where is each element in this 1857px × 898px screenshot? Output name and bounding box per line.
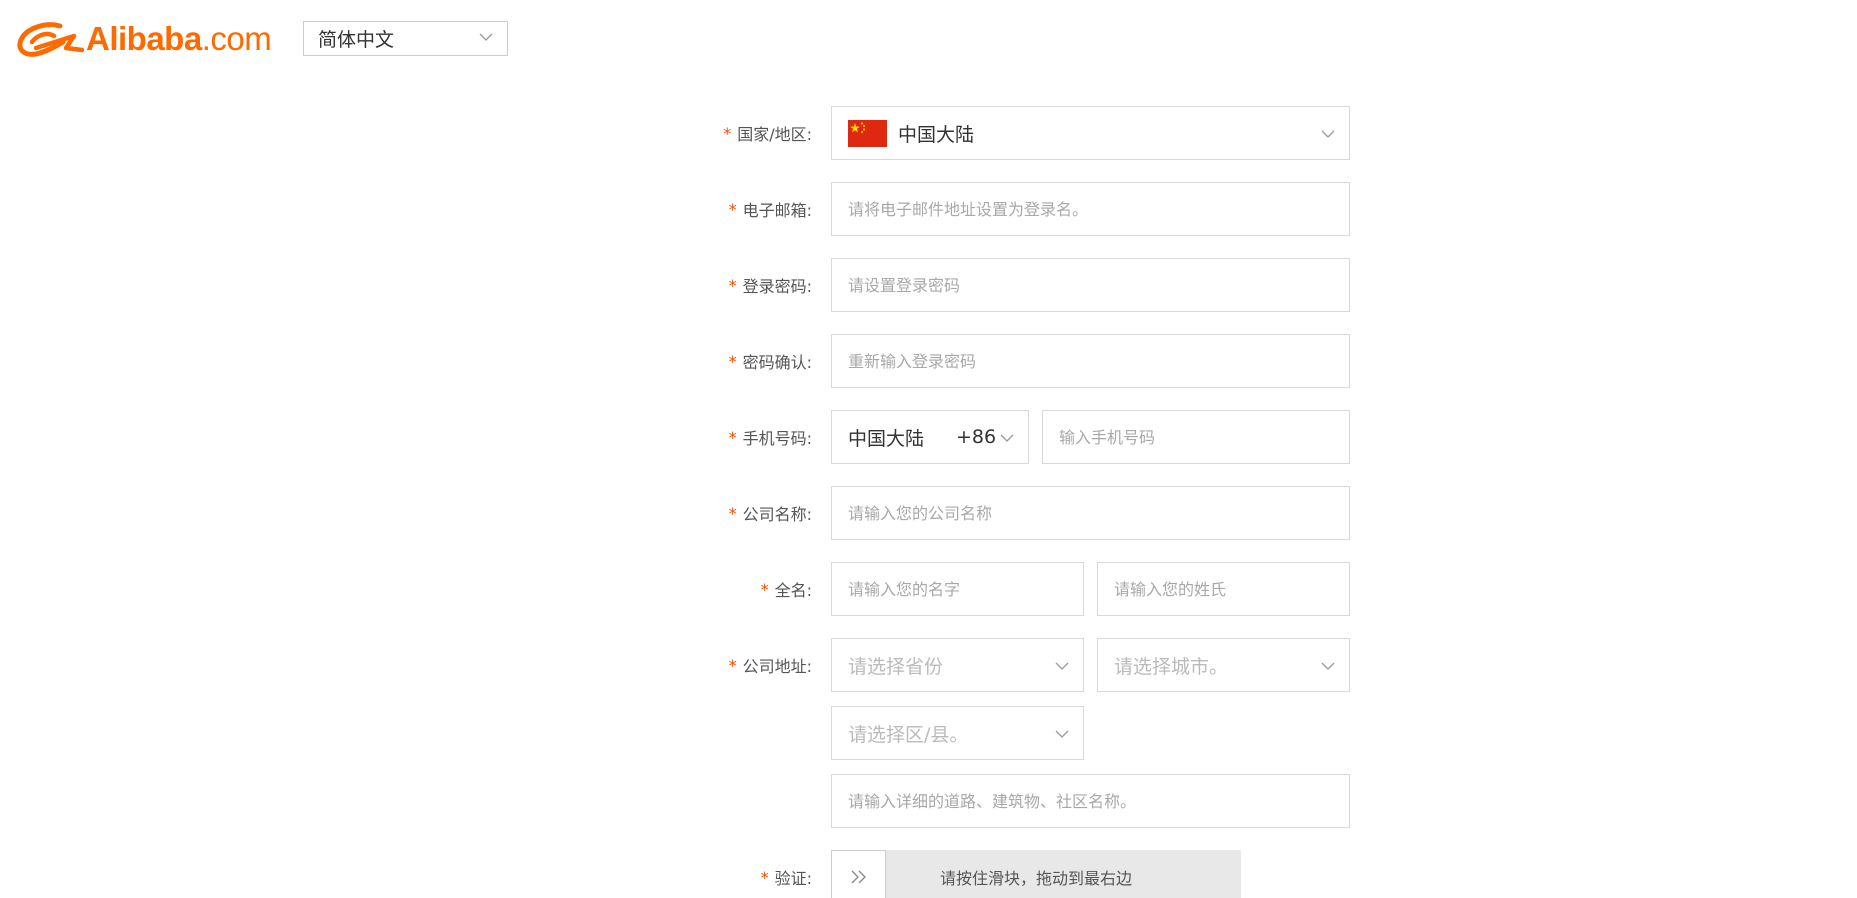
last-name-input[interactable] bbox=[1114, 563, 1333, 615]
company-name-row: * 公司名称: bbox=[0, 486, 1857, 540]
phone-region-value: 中国大陆 bbox=[848, 427, 925, 450]
province-select[interactable]: 请选择省份 bbox=[831, 638, 1084, 692]
city-placeholder: 请选择城市。 bbox=[1114, 655, 1229, 678]
password-input[interactable] bbox=[848, 259, 1333, 311]
chevron-down-icon bbox=[1055, 662, 1069, 670]
password-field-box bbox=[831, 258, 1350, 312]
first-name-input[interactable] bbox=[848, 563, 1067, 615]
address-row: * 公司地址: 请选择省份 请选择城市。 bbox=[0, 638, 1857, 692]
company-name-field-box bbox=[831, 486, 1350, 540]
phone-field-box bbox=[1042, 410, 1350, 464]
phone-row: * 手机号码: 中国大陆 +86 bbox=[0, 410, 1857, 464]
double-chevron-right-icon bbox=[851, 870, 866, 884]
first-name-field-box bbox=[831, 562, 1084, 616]
last-name-field-box bbox=[1097, 562, 1350, 616]
email-input[interactable] bbox=[848, 183, 1333, 235]
email-label: * 电子邮箱: bbox=[728, 199, 812, 221]
street-field-box bbox=[831, 774, 1350, 828]
china-flag-icon bbox=[848, 119, 887, 147]
email-field-box bbox=[831, 182, 1350, 236]
password-confirm-label: * 密码确认: bbox=[728, 351, 812, 373]
street-address-input[interactable] bbox=[848, 775, 1333, 827]
logo-wordmark: Alibaba.com bbox=[86, 20, 272, 57]
phone-label: * 手机号码: bbox=[728, 427, 812, 449]
verify-row: * 验证: 请按住滑块，拖动到最右边 bbox=[0, 850, 1857, 898]
chevron-down-icon bbox=[1000, 434, 1014, 442]
phone-region-select[interactable]: 中国大陆 +86 bbox=[831, 410, 1029, 464]
verify-slider-text: 请按住滑块，拖动到最右边 bbox=[939, 869, 1132, 888]
email-row: * 电子邮箱: bbox=[0, 182, 1857, 236]
company-name-label: * 公司名称: bbox=[728, 503, 812, 525]
district-row: 请选择区/县。 bbox=[0, 706, 1857, 760]
verify-slider-track[interactable]: 请按住滑块，拖动到最右边 bbox=[831, 850, 1241, 898]
chevron-down-icon bbox=[1321, 130, 1335, 138]
province-placeholder: 请选择省份 bbox=[848, 655, 944, 678]
verify-label: * 验证: bbox=[760, 867, 812, 889]
district-placeholder: 请选择区/县。 bbox=[848, 723, 969, 746]
alibaba-logo-icon bbox=[17, 22, 84, 57]
password-confirm-row: * 密码确认: bbox=[0, 334, 1857, 388]
password-label: * 登录密码: bbox=[728, 275, 812, 297]
verify-slider-handle[interactable] bbox=[831, 850, 886, 898]
password-confirm-field-box bbox=[831, 334, 1350, 388]
street-row bbox=[0, 774, 1857, 828]
alibaba-logo[interactable]: Alibaba.com bbox=[16, 20, 272, 58]
language-select[interactable]: 简体中文 bbox=[303, 21, 508, 56]
company-name-input[interactable] bbox=[848, 487, 1333, 539]
country-value: 中国大陆 bbox=[898, 123, 975, 146]
registration-page: Alibaba.com 简体中文 * 国家/地区: 中国大陆 * 电子邮箱: 请… bbox=[0, 0, 1857, 898]
chevron-down-icon bbox=[1321, 662, 1335, 670]
chevron-down-icon bbox=[479, 33, 493, 41]
chevron-down-icon bbox=[1055, 730, 1069, 738]
phone-input[interactable] bbox=[1059, 411, 1333, 463]
country-select[interactable]: 中国大陆 bbox=[831, 106, 1350, 160]
full-name-row: * 全名: bbox=[0, 562, 1857, 616]
country-label: * 国家/地区: bbox=[723, 123, 812, 145]
password-confirm-input[interactable] bbox=[848, 335, 1333, 387]
phone-code-value: +86 bbox=[956, 426, 997, 448]
language-select-value: 简体中文 bbox=[318, 29, 395, 51]
full-name-label: * 全名: bbox=[760, 579, 812, 601]
password-row: * 登录密码: bbox=[0, 258, 1857, 312]
city-select[interactable]: 请选择城市。 bbox=[1097, 638, 1350, 692]
district-select[interactable]: 请选择区/县。 bbox=[831, 706, 1084, 760]
country-row: * 国家/地区: 中国大陆 bbox=[0, 106, 1857, 160]
address-label: * 公司地址: bbox=[728, 655, 812, 677]
